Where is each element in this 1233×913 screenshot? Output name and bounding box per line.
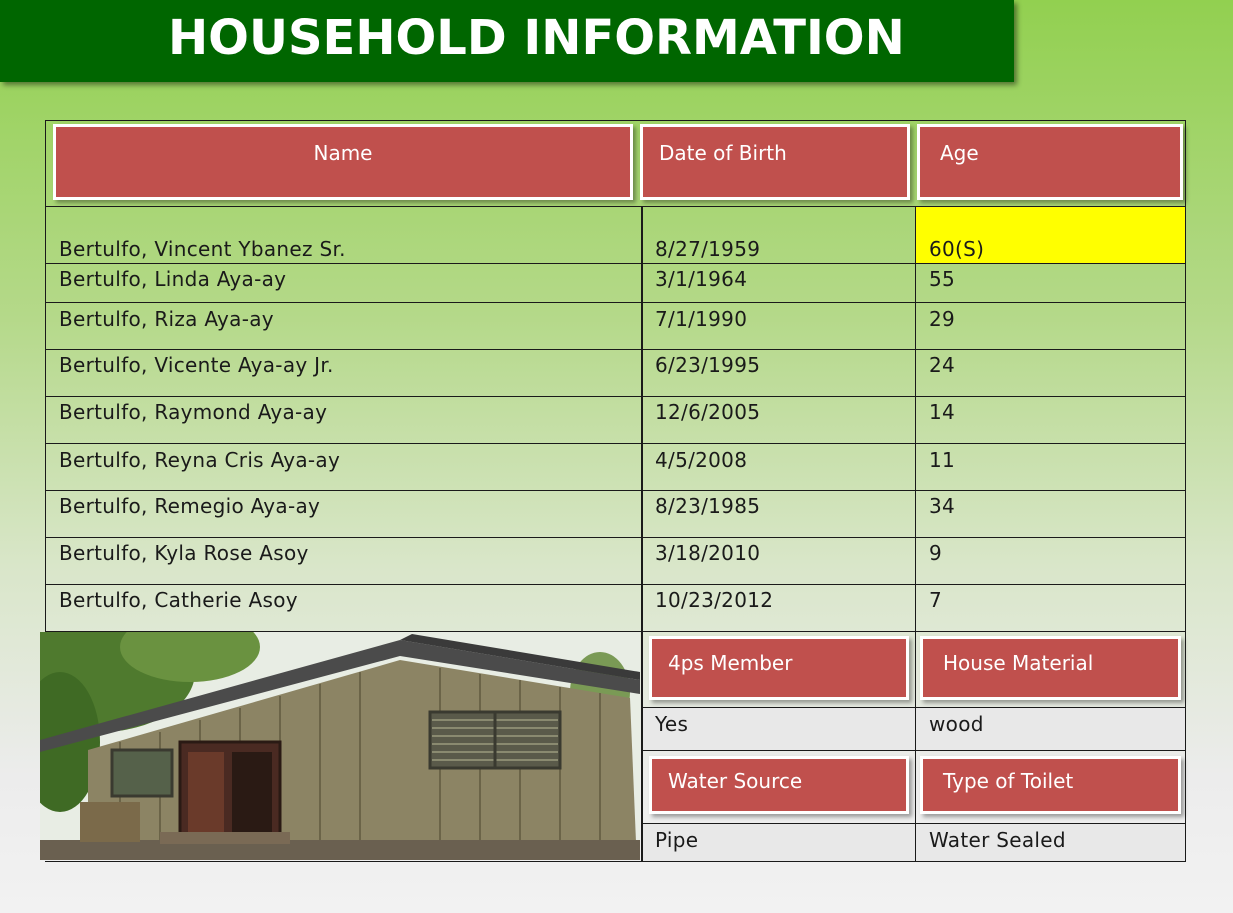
member-age: 9: [929, 541, 943, 565]
member-name: Bertulfo, Riza Aya-ay: [59, 307, 274, 331]
member-dob: 10/23/2012: [655, 588, 774, 612]
row-divider: [45, 349, 1186, 350]
member-dob: 8/23/1985: [655, 494, 761, 518]
member-dob: 6/23/1995: [655, 353, 761, 377]
title-banner: HOUSEHOLD INFORMATION: [0, 0, 1014, 82]
member-name: Bertulfo, Raymond Aya-ay: [59, 400, 328, 424]
row-divider: [45, 443, 1186, 444]
water-source-value: Pipe: [655, 828, 699, 852]
member-dob: 7/1/1990: [655, 307, 748, 331]
row-divider: [45, 490, 1186, 491]
member-name: Bertulfo, Vincent Ybanez Sr.: [59, 237, 346, 261]
member-age: 60(S): [929, 237, 985, 261]
member-dob: 4/5/2008: [655, 448, 748, 472]
member-age: 34: [929, 494, 956, 518]
member-name: Bertulfo, Reyna Cris Aya-ay: [59, 448, 341, 472]
member-name: Bertulfo, Kyla Rose Asoy: [59, 541, 309, 565]
house-material-value: wood: [929, 712, 984, 736]
member-name: Bertulfo, Linda Aya-ay: [59, 267, 287, 291]
row-divider: [45, 396, 1186, 397]
table-border: [45, 861, 1186, 862]
row-divider: [643, 823, 1186, 824]
house-material-header: House Material: [920, 636, 1181, 700]
member-age: 7: [929, 588, 943, 612]
fourps-member-header: 4ps Member: [649, 636, 909, 700]
fourps-label: 4ps Member: [668, 651, 793, 675]
table-border: [915, 206, 916, 862]
member-name: Bertulfo, Remegio Aya-ay: [59, 494, 321, 518]
member-dob: 8/27/1959: [655, 237, 761, 261]
table-border: [45, 120, 46, 632]
member-name: Bertulfo, Catherie Asoy: [59, 588, 298, 612]
house-material-label: House Material: [943, 651, 1094, 675]
table-border: [641, 206, 643, 862]
member-age: 55: [929, 267, 956, 291]
row-divider: [45, 537, 1186, 538]
table-border: [45, 120, 1186, 121]
name-column-header: Name: [53, 124, 633, 200]
water-source-header: Water Source: [649, 756, 909, 814]
dob-header-label: Date of Birth: [659, 141, 787, 165]
toilet-type-label: Type of Toilet: [943, 769, 1074, 793]
age-column-header: Age: [917, 124, 1183, 200]
household-members-table: Name Date of Birth Age Bertulfo, Vincent…: [45, 120, 1186, 862]
member-dob: 3/18/2010: [655, 541, 761, 565]
age-header-label: Age: [940, 141, 979, 165]
page-title: HOUSEHOLD INFORMATION: [168, 10, 905, 66]
table-border: [45, 206, 1186, 207]
toilet-type-header: Type of Toilet: [920, 756, 1181, 814]
member-dob: 3/1/1964: [655, 267, 748, 291]
dob-column-header: Date of Birth: [640, 124, 910, 200]
member-dob: 12/6/2005: [655, 400, 761, 424]
name-header-label: Name: [313, 141, 373, 165]
member-age: 24: [929, 353, 956, 377]
member-age: 29: [929, 307, 956, 331]
member-name: Bertulfo, Vicente Aya-ay Jr.: [59, 353, 334, 377]
row-divider: [45, 302, 1186, 303]
row-divider: [643, 750, 1186, 751]
row-divider: [643, 707, 1186, 708]
fourps-value: Yes: [655, 712, 689, 736]
row-divider: [45, 263, 1186, 264]
row-divider: [45, 584, 1186, 585]
water-source-label: Water Source: [668, 769, 803, 793]
member-age: 11: [929, 448, 956, 472]
toilet-type-value: Water Sealed: [929, 828, 1066, 852]
row-divider: [45, 631, 1186, 632]
member-age: 14: [929, 400, 956, 424]
